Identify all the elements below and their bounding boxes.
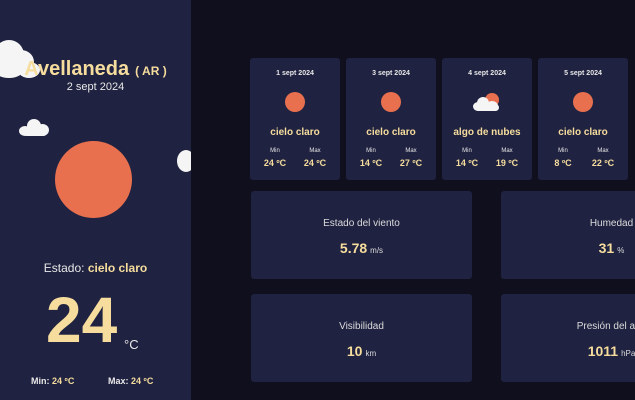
forecast-card: 4 sept 2024 algo de nubes Min Max 14 ºC …: [442, 58, 532, 180]
forecast-date: 1 sept 2024: [276, 70, 314, 77]
forecast-max-value: 22 ºC: [591, 158, 615, 168]
current-min: Min: 24 ºC: [31, 376, 75, 386]
forecast-min-value: 8 ºC: [554, 158, 572, 168]
forecast-max-value: 19 ºC: [495, 158, 519, 168]
pressure-card: Presión del aire 1011hPa: [501, 294, 635, 382]
temperature-unit: °C: [124, 337, 139, 352]
forecast-card: 5 sept 2024 cielo claro Min Max 8 ºC 22 …: [538, 58, 628, 180]
forecast-max-label: Max: [309, 148, 321, 154]
forecast-card: 1 sept 2024 cielo claro Min Max 24 ºC 24…: [250, 58, 340, 180]
forecast-min-value: 14 ºC: [359, 158, 383, 168]
forecast-card: 3 sept 2024 cielo claro Min Max 14 ºC 27…: [346, 58, 436, 180]
cloud-icon: [174, 150, 191, 174]
sun-icon: [381, 92, 401, 112]
country-code: ( AR ): [135, 64, 167, 78]
sun-icon: [55, 141, 132, 218]
sun-icon: [285, 92, 305, 112]
forecast-description: cielo claro: [558, 127, 608, 138]
forecast-max-label: Max: [501, 148, 513, 154]
cloud-icon: [19, 119, 51, 137]
wind-card: Estado del viento 5.78 m/s: [251, 191, 472, 279]
forecast-description: algo de nubes: [453, 127, 521, 138]
sidebar: Avellaneda( AR ) 2 sept 2024 Estado: cie…: [0, 0, 191, 400]
pressure-value: 1011 hPa: [587, 343, 635, 359]
visibility-card: Visibilidad 10 km: [251, 294, 472, 382]
forecast-min-label: Min: [462, 148, 472, 154]
current-date: 2 sept 2024: [66, 81, 125, 93]
forecast-min-label: Min: [366, 148, 376, 154]
humidity-value: 31%: [598, 240, 625, 256]
wind-value: 5.78 m/s: [339, 240, 384, 256]
forecast-min-value: 24 ºC: [263, 158, 287, 168]
wind-label: Estado del viento: [323, 218, 400, 229]
sun-icon: [573, 92, 593, 112]
forecast-max-value: 27 ºC: [399, 158, 423, 168]
forecast-max-label: Max: [597, 148, 609, 154]
forecast-min-label: Min: [270, 148, 280, 154]
forecast-description: cielo claro: [366, 127, 416, 138]
forecast-min-label: Min: [558, 148, 568, 154]
current-status: Estado: cielo claro: [43, 261, 148, 275]
forecast-date: 4 sept 2024: [468, 70, 506, 77]
city-title: Avellaneda( AR ): [24, 58, 167, 80]
forecast-date: 5 sept 2024: [564, 70, 602, 77]
humidity-card: Humedad 31%: [501, 191, 635, 279]
pressure-label: Presión del aire: [576, 321, 635, 332]
current-temperature: 24: [46, 284, 118, 356]
forecast-date: 3 sept 2024: [372, 70, 410, 77]
forecast-max-value: 24 ºC: [303, 158, 327, 168]
cloud-sun-icon: [473, 93, 501, 113]
visibility-value: 10 km: [346, 343, 377, 359]
forecast-min-value: 14 ºC: [455, 158, 479, 168]
humidity-label: Humedad: [589, 218, 634, 229]
visibility-label: Visibilidad: [339, 321, 384, 332]
current-max: Max: 24 ºC: [108, 376, 154, 386]
forecast-max-label: Max: [405, 148, 417, 154]
status-value: cielo claro: [87, 261, 148, 275]
forecast-description: cielo claro: [270, 127, 320, 138]
